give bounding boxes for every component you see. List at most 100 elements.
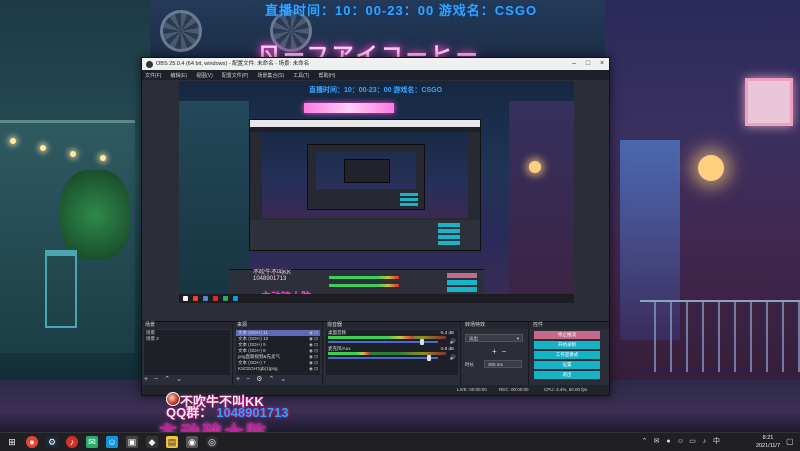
stop-streaming-button[interactable]: 停止推流	[534, 331, 600, 339]
volume-slider[interactable]	[328, 339, 438, 345]
add-transition-button[interactable]: +	[492, 347, 497, 356]
tray-chevron-icon[interactable]: ⌃	[640, 437, 649, 446]
netease-music-icon[interactable]: ♪	[66, 436, 78, 448]
scenes-toolbar: + − ⌃ ⌄	[144, 376, 230, 384]
studio-mode-button[interactable]: 工作室模式	[534, 351, 600, 359]
volume-meter	[328, 336, 446, 339]
menu-file[interactable]: 文件(F)	[145, 72, 161, 79]
preview-taskbar-icon	[233, 296, 238, 301]
monitor-app-icon[interactable]: ▣	[126, 436, 138, 448]
volume-slider-knob[interactable]	[427, 355, 432, 361]
obs-titlebar[interactable]: OBS 25.0.4 (64 bit, windows) - 配置文件: 未命名…	[142, 58, 609, 70]
menu-view[interactable]: 视图(V)	[196, 72, 213, 79]
duration-input[interactable]: 300 ms	[484, 360, 522, 368]
clock-time: 8:21	[762, 435, 774, 441]
mixer-channel-db: -3.8 dB	[439, 346, 454, 351]
preview-taskbar-icon	[193, 296, 198, 301]
transition-select[interactable]: 淡出	[465, 334, 523, 343]
rec-timer: REC: 00:00:00	[499, 387, 529, 392]
menu-edit[interactable]: 编辑(E)	[170, 72, 187, 79]
menu-scene-collection[interactable]: 场景集合(S)	[257, 72, 284, 79]
remove-source-button[interactable]: −	[246, 376, 250, 384]
source-item[interactable]: KSCEGH7gb(1)png ◉ ⊡	[236, 366, 320, 372]
obs-icon[interactable]: ◎	[206, 436, 218, 448]
start-recording-button[interactable]: 开始录制	[534, 341, 600, 349]
scenes-dock-title: 场景	[142, 322, 232, 329]
nested-control-button	[400, 203, 418, 206]
menu-tools[interactable]: 工具(T)	[293, 72, 309, 79]
game-icon[interactable]: ◆	[146, 436, 158, 448]
tray-app-icon[interactable]: ●	[664, 437, 673, 446]
add-scene-button[interactable]: +	[144, 376, 148, 384]
move-up-icon[interactable]: ⌃	[268, 376, 274, 384]
volume-slider[interactable]	[328, 355, 438, 361]
tray-wechat-icon[interactable]: ✉	[652, 437, 661, 446]
mixer-list: 桌面音频 -5.3 dB 🔊 麦克风/Aux -3.8 dB 🔊	[326, 330, 458, 375]
preview-taskbar-icon	[213, 296, 218, 301]
remove-transition-button[interactable]: −	[502, 347, 507, 356]
move-down-icon[interactable]: ⌄	[280, 376, 286, 384]
close-icon[interactable]: ×	[595, 58, 609, 70]
speaker-icon[interactable]: 🔊	[450, 339, 456, 345]
speaker-icon[interactable]: 🔊	[450, 355, 456, 361]
mixer-channel: 桌面音频 -5.3 dB 🔊	[326, 330, 458, 346]
menu-profile[interactable]: 配置文件(P)	[222, 72, 249, 79]
obs-window-title: OBS 25.0.4 (64 bit, windows) - 配置文件: 未命名…	[156, 61, 310, 67]
lamp	[100, 155, 106, 161]
wallpaper-lantern	[698, 155, 724, 181]
maximize-icon[interactable]: □	[581, 58, 595, 70]
chrome-icon[interactable]: ●	[26, 436, 38, 448]
scene-item[interactable]: 场景 2	[144, 336, 230, 342]
nested-control-button	[438, 241, 460, 245]
volume-meter-fill	[328, 352, 370, 355]
transition-buttons: + −	[492, 347, 511, 356]
volume-slider-knob[interactable]	[419, 339, 424, 345]
tray-volume-icon[interactable]: ♪	[700, 437, 709, 446]
steam-icon[interactable]: ⚙	[46, 436, 58, 448]
eye-lock-icons[interactable]: ◉ ⊡	[309, 366, 318, 372]
sources-toolbar: + − ⚙ ⌃ ⌄	[236, 376, 320, 384]
nested-obs-window-3	[344, 159, 390, 183]
lamp	[40, 145, 46, 151]
remove-scene-button[interactable]: −	[154, 376, 158, 384]
obs-preview-canvas[interactable]: 直播时间：10：00-23：00 游戏名：CSGO 不吹牛不叫KK 104890…	[179, 81, 574, 303]
preview-control-button	[447, 287, 477, 292]
minimize-icon[interactable]: –	[567, 58, 581, 70]
mixer-channel-db: -5.3 dB	[439, 330, 454, 335]
taskbar-clock[interactable]: 8:21 2021/11/7	[756, 434, 780, 450]
wechat-icon[interactable]: ✉	[86, 436, 98, 448]
preview-qq-number: 1048901713	[253, 276, 287, 282]
source-item-label: KSCEGH7gb(1)png	[238, 366, 278, 371]
transitions-dock-title: 转场特效	[462, 322, 528, 329]
file-explorer-icon[interactable]: ▤	[166, 436, 178, 448]
preview-stream-header: 直播时间：10：00-23：00 游戏名：CSGO	[309, 87, 443, 94]
settings-button[interactable]: 设置	[534, 361, 600, 369]
move-down-icon[interactable]: ⌄	[176, 376, 182, 384]
clock-date: 2021/11/7	[755, 443, 780, 449]
nested-control-button	[438, 235, 460, 239]
sources-dock-title: 来源	[234, 322, 322, 329]
qq-icon[interactable]: ☺	[106, 436, 118, 448]
menu-help[interactable]: 帮助(H)	[318, 72, 335, 79]
tray-ime-icon[interactable]: 中	[712, 437, 721, 446]
mixer-dock-title: 混音器	[324, 322, 460, 329]
nested-obs-window-2	[307, 144, 425, 210]
app-icon[interactable]: ◉	[186, 436, 198, 448]
preview-taskbar-icon	[223, 296, 228, 301]
notification-icon[interactable]: ▢	[786, 437, 796, 447]
tray-network-icon[interactable]: ▭	[688, 437, 697, 446]
move-up-icon[interactable]: ⌃	[164, 376, 170, 384]
volume-meter-fill	[328, 336, 413, 339]
controls-dock: 控件 停止推流 开始录制 工作室模式 设置 退出	[530, 322, 609, 385]
tray-qq-icon[interactable]: ☺	[676, 437, 685, 446]
obs-window[interactable]: OBS 25.0.4 (64 bit, windows) - 配置文件: 未命名…	[141, 57, 610, 396]
windows-start-icon[interactable]: ⊞	[6, 436, 18, 448]
nested-preview-2	[316, 151, 416, 189]
exit-button[interactable]: 退出	[534, 371, 600, 379]
gear-icon[interactable]: ⚙	[256, 376, 262, 384]
controls-dock-title: 控件	[530, 322, 609, 329]
preview-meter	[329, 276, 399, 279]
add-source-button[interactable]: +	[236, 376, 240, 384]
windows-taskbar: ⊞ ● ⚙ ♪ ✉ ☺ ▣ ◆ ▤ ◉ ◎ ⌃ ✉ ● ☺ ▭ ♪ 中 8:21…	[0, 432, 800, 451]
lamp	[70, 151, 76, 157]
